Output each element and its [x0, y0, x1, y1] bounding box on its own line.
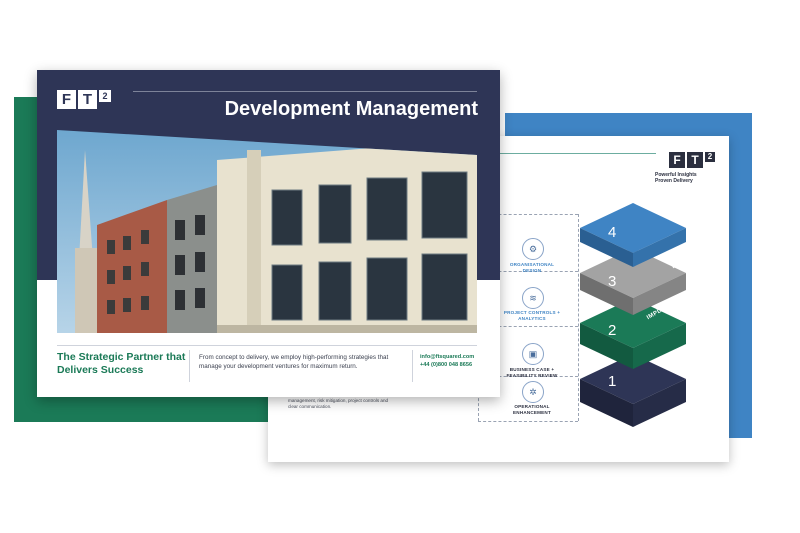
back-logo-superscript: 2 — [705, 152, 715, 162]
back-logo: F T 2 — [669, 152, 715, 168]
contact-email: info@ftsquared.com — [420, 354, 475, 360]
building-photo — [57, 130, 477, 333]
back-tagline: Powerful Insights Proven Delivery — [655, 172, 715, 184]
phase-layer-stack — [580, 203, 686, 427]
front-logo-letter-t: T — [78, 90, 97, 109]
service-label-org-design: ORGANISATIONAL DESIGN — [509, 262, 555, 273]
contact-phone: +44 (0)800 048 8656 — [420, 362, 473, 368]
front-contact: info@ftsquared.com +44 (0)800 048 8656 — [420, 353, 490, 369]
front-headline: The Strategic Partner that Delivers Succ… — [57, 351, 186, 376]
layer-3-number: 3 — [608, 273, 617, 290]
front-brochure-page: F T 2 Development Management The Strateg… — [37, 70, 500, 397]
front-top-rule — [133, 91, 477, 92]
layer-4-number: 4 — [608, 224, 617, 241]
front-description: From concept to delivery, we employ high… — [199, 354, 389, 370]
analytics-icon: ≋ — [522, 287, 544, 309]
column-separator — [412, 350, 413, 382]
front-logo: F T 2 — [57, 90, 111, 109]
service-label-analytics: PROJECT CONTROLS + ANALYTICS — [503, 310, 561, 321]
layer-1-number: 1 — [608, 373, 617, 390]
layer-2-number: 2 — [608, 322, 617, 339]
back-tagline-line2: Proven Delivery — [655, 178, 693, 184]
front-logo-letter-f: F — [57, 90, 76, 109]
front-title: Development Management — [224, 98, 478, 120]
operational-icon: ✲ — [522, 381, 544, 403]
service-label-business-case: BUSINESS CASE + FEASIBILITY REVIEW — [506, 367, 558, 378]
connector-line — [478, 421, 578, 422]
front-logo-superscript: 2 — [99, 90, 111, 102]
back-logo-letter-f: F — [669, 152, 685, 168]
service-label-operational: OPERATIONAL ENHANCEMENT — [513, 404, 551, 415]
front-divider — [57, 345, 477, 346]
org-design-icon: ⚙ — [522, 238, 544, 260]
back-logo-letter-t: T — [687, 152, 703, 168]
business-case-icon: ▣ — [522, 343, 544, 365]
column-separator — [189, 350, 190, 382]
